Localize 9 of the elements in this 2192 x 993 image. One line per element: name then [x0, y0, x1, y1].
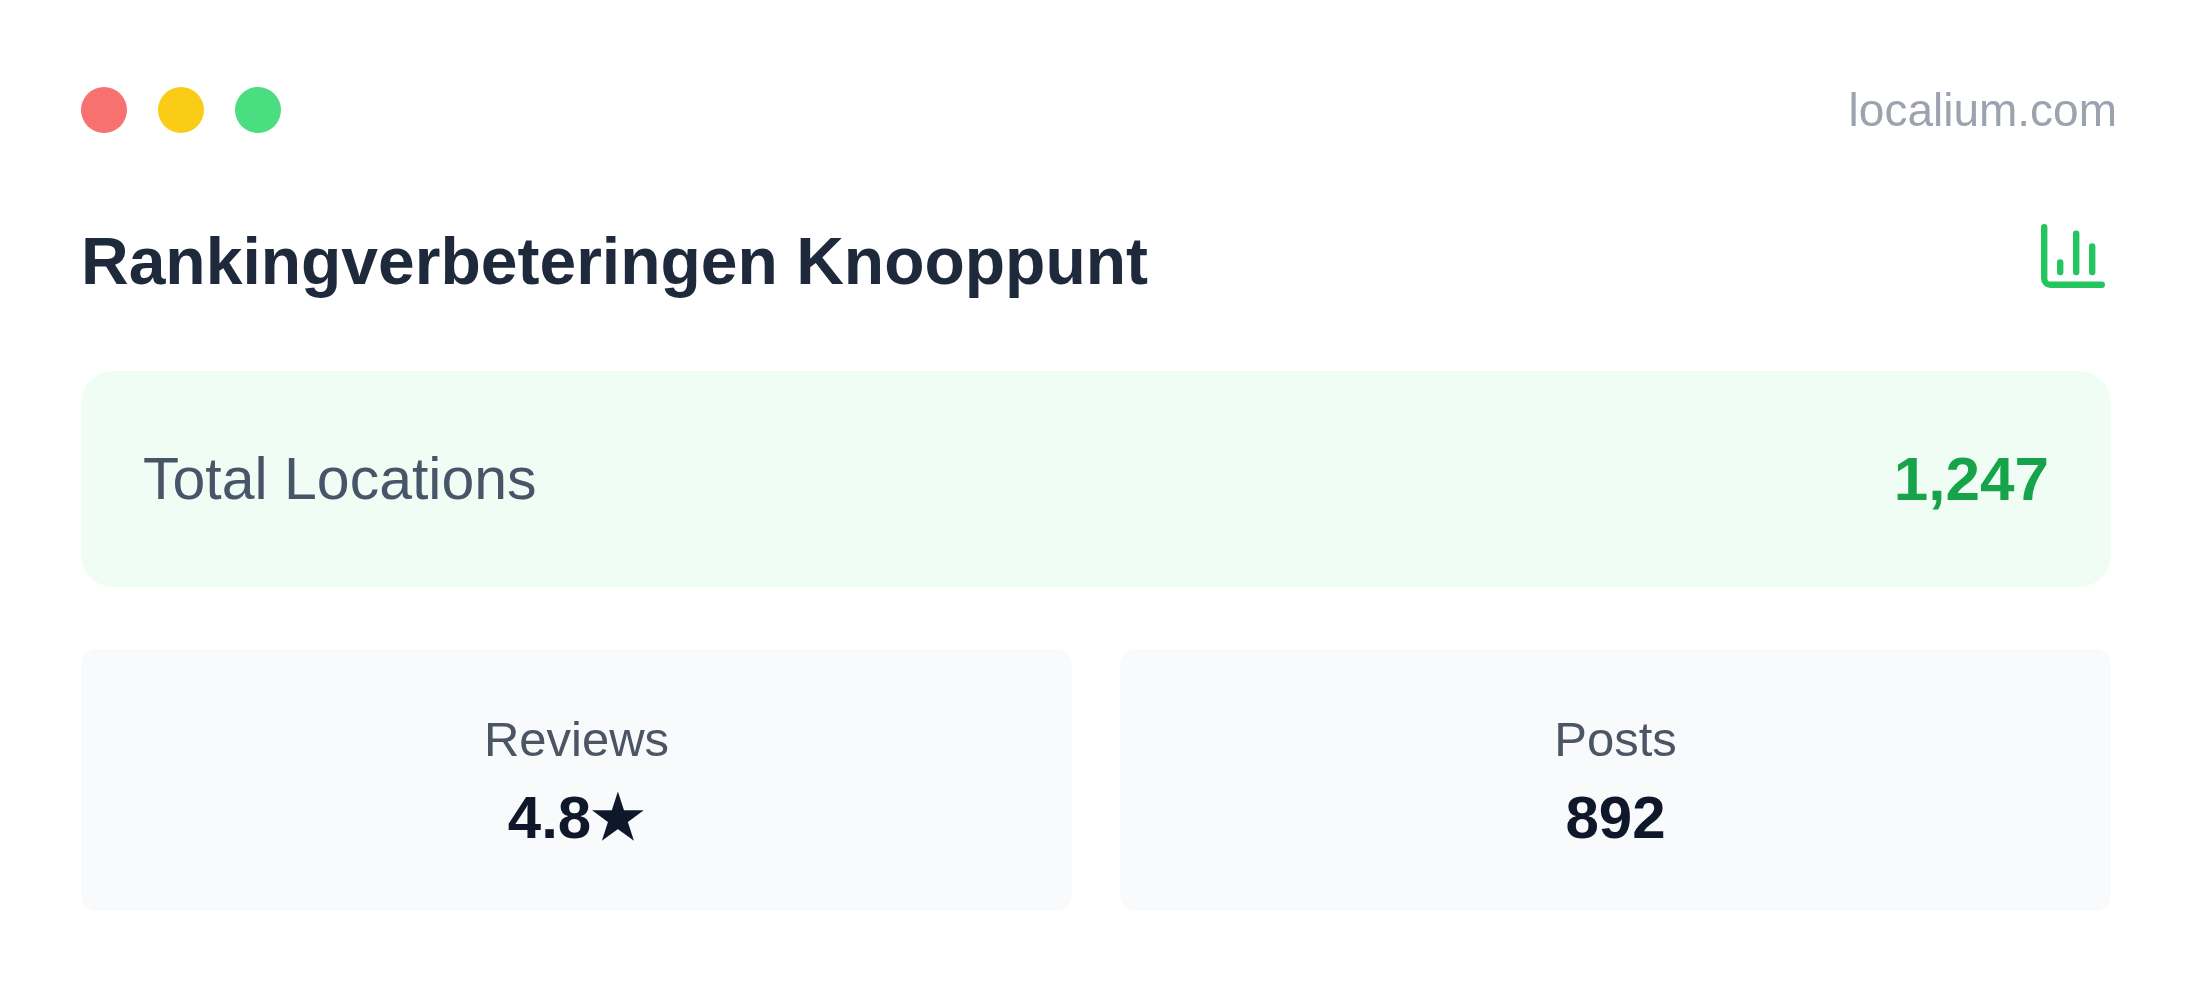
bar-chart-icon: [2041, 224, 2105, 288]
stat-value: 892: [1565, 783, 1666, 853]
page-title: Rankingverbeteringen Knooppunt: [81, 223, 1149, 300]
stat-value: 4.8★: [507, 783, 646, 853]
stat-label: Reviews: [483, 711, 670, 768]
domain-label: localium.com: [1848, 83, 2117, 138]
stat-label: Posts: [1554, 711, 1677, 768]
total-locations-label: Total Locations: [143, 445, 537, 514]
total-locations-value: 1,247: [1893, 443, 2049, 515]
